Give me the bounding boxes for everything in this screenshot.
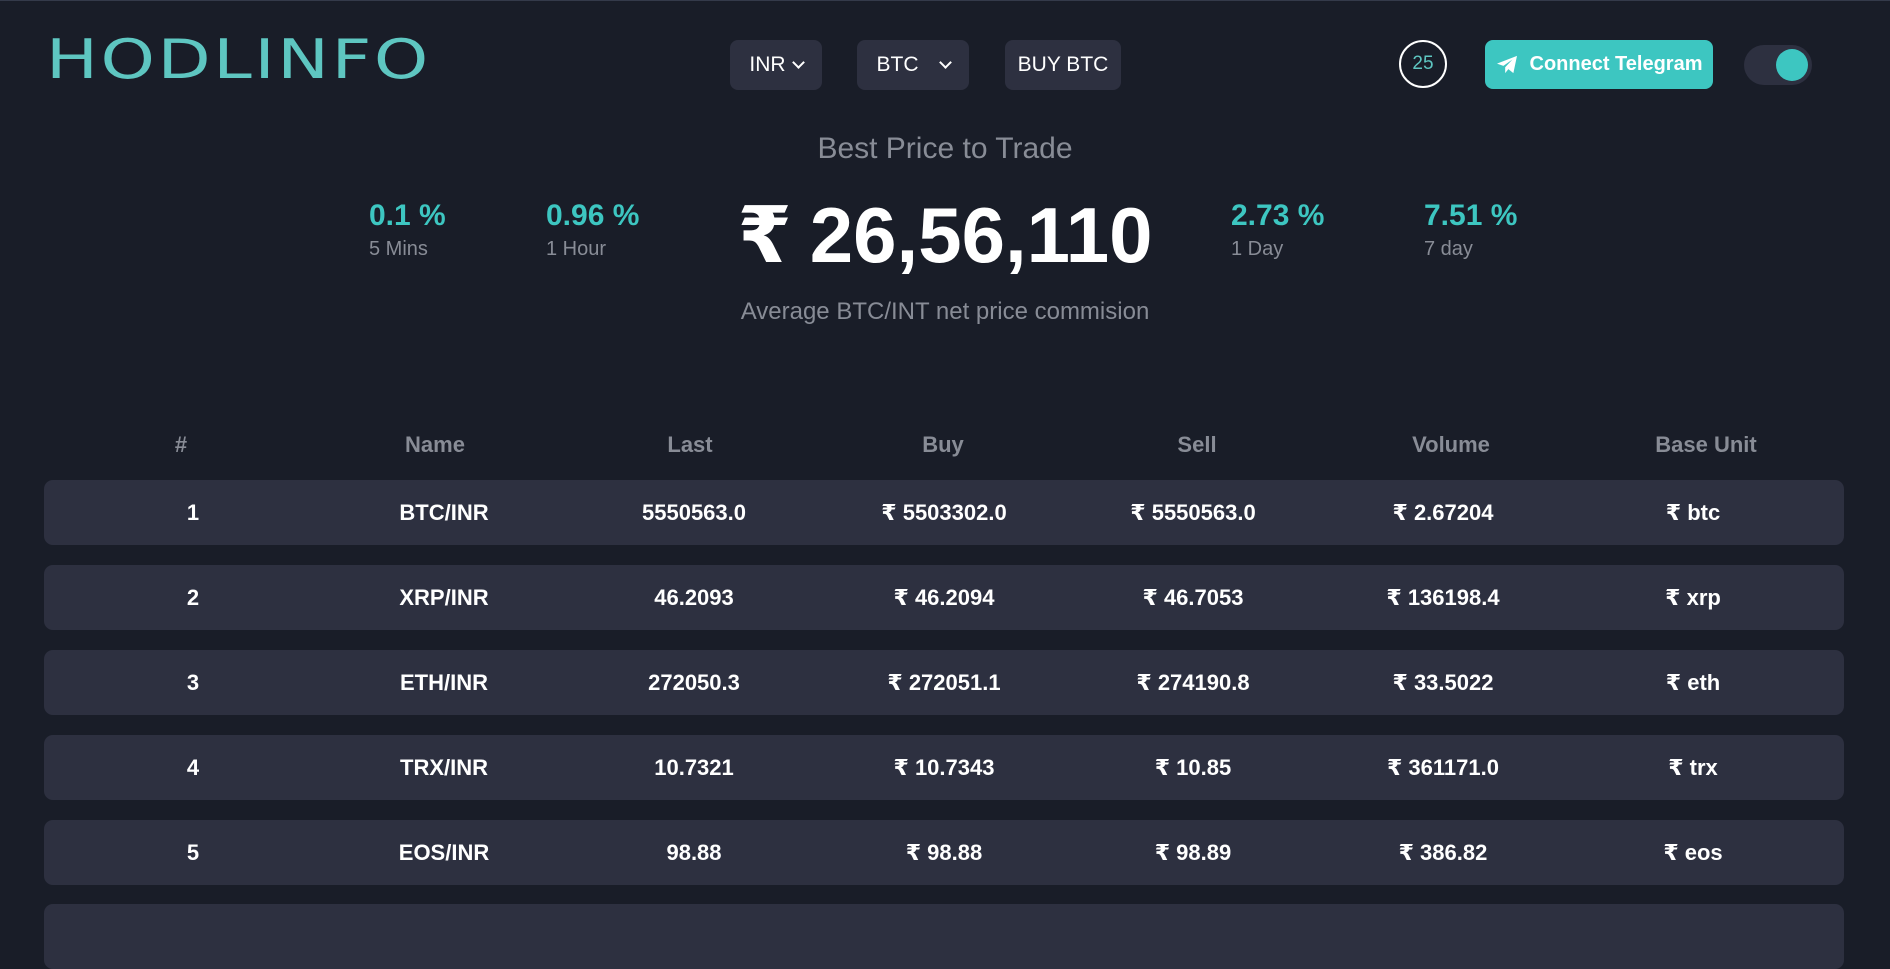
stat-period: 1 Day [1231,238,1284,260]
cell-base-unit: ₹ eth [1665,670,1721,695]
cell-buy: ₹ 10.7343 [893,755,995,780]
cell-name: XRP/INR [399,585,489,610]
column-header-index: # [174,432,188,457]
refresh-timer: 25 [1399,40,1447,88]
cell-index: 3 [186,670,200,695]
table-row[interactable]: 4 TRX/INR 10.7321 ₹ 10.7343 ₹ 10.85 ₹ 361171.… [44,735,1844,800]
toggle-knob [1776,49,1808,81]
stat-value: 2.73 % [1231,199,1325,232]
stat-value: 7.51 % [1424,199,1518,232]
currency-dropdown[interactable]: INR [730,40,822,90]
column-header-base-unit: Base Unit [1655,432,1757,457]
cell-last: 5550563.0 [642,500,746,525]
telegram-icon [1496,55,1517,73]
cell-volume: ₹ 361171.0 [1387,755,1499,780]
logo[interactable]: HODLINFO [46,30,431,90]
table-row-partial [44,904,1844,969]
buy-btc-button[interactable]: BUY BTC [1005,40,1121,90]
column-header-last: Last [667,432,713,457]
theme-toggle[interactable] [1744,45,1812,85]
cell-index: 1 [186,500,200,525]
cell-index: 4 [186,755,200,780]
cell-volume: ₹ 2.67204 [1392,500,1494,525]
table-row[interactable]: 3 ETH/INR 272050.3 ₹ 272051.1 ₹ 274190.8 ₹ 33… [44,650,1844,715]
cell-volume: ₹ 136198.4 [1386,585,1500,610]
rupee-symbol: ₹ [737,191,792,279]
cell-last: 98.88 [666,840,722,865]
cell-last: 10.7321 [654,755,734,780]
cell-sell: ₹ 98.89 [1154,840,1232,865]
cell-base-unit: ₹ xrp [1665,585,1721,610]
column-header-buy: Buy [922,432,964,457]
cell-last: 46.2093 [654,585,734,610]
table-row[interactable]: 5 EOS/INR 98.88 ₹ 98.88 ₹ 98.89 ₹ 386.82 ₹ eos [44,820,1844,885]
coin-dropdown-label: BTC [876,53,919,76]
cell-sell: ₹ 10.85 [1154,755,1232,780]
hero-title: Best Price to Trade [817,132,1073,165]
column-header-sell: Sell [1177,432,1217,457]
stat-period: 7 day [1424,238,1473,260]
table-row[interactable]: 1 BTC/INR 5550563.0 ₹ 5503302.0 ₹ 5550563.0 ₹… [44,480,1844,545]
cell-base-unit: ₹ eos [1663,840,1723,865]
cell-name: ETH/INR [400,670,488,695]
column-header-name: Name [405,432,465,457]
cell-volume: ₹ 386.82 [1398,840,1488,865]
hero-subtitle: Average BTC/INT net price commision [740,298,1150,325]
stat-7day: 7.51 % 7 day [1424,198,1517,261]
connect-telegram-button[interactable]: Connect Telegram [1485,40,1713,89]
chevron-down-icon [791,56,805,69]
cell-sell: ₹ 274190.8 [1136,670,1250,695]
currency-dropdown-label: INR [749,53,786,76]
stat-1day: 2.73 % 1 Day [1231,198,1324,261]
average-price: ₹26,56,110 [0,190,1890,280]
top-border [0,0,1890,1]
table-header: # Name Last Buy Sell Volume Base Unit [44,432,1844,462]
cell-buy: ₹ 5503302.0 [881,500,1007,525]
cell-volume: ₹ 33.5022 [1392,670,1494,695]
cell-sell: ₹ 46.7053 [1142,585,1244,610]
cell-name: TRX/INR [400,755,488,780]
cell-base-unit: ₹ trx [1668,755,1718,780]
cell-buy: ₹ 272051.1 [887,670,1001,695]
cell-name: BTC/INR [399,500,489,525]
cell-buy: ₹ 98.88 [905,840,983,865]
cell-base-unit: ₹ btc [1665,500,1721,525]
cell-sell: ₹ 5550563.0 [1130,500,1256,525]
price-value: 26,56,110 [809,191,1153,279]
coin-dropdown[interactable]: BTC [857,40,969,90]
connect-telegram-label: Connect Telegram [1529,53,1703,75]
cell-buy: ₹ 46.2094 [893,585,995,610]
cell-index: 5 [186,840,200,865]
cell-name: EOS/INR [398,840,490,865]
cell-last: 272050.3 [648,670,740,695]
cell-index: 2 [186,585,200,610]
table-row[interactable]: 2 XRP/INR 46.2093 ₹ 46.2094 ₹ 46.7053 ₹ 13619… [44,565,1844,630]
column-header-volume: Volume [1412,432,1490,457]
chevron-down-icon [938,56,952,69]
